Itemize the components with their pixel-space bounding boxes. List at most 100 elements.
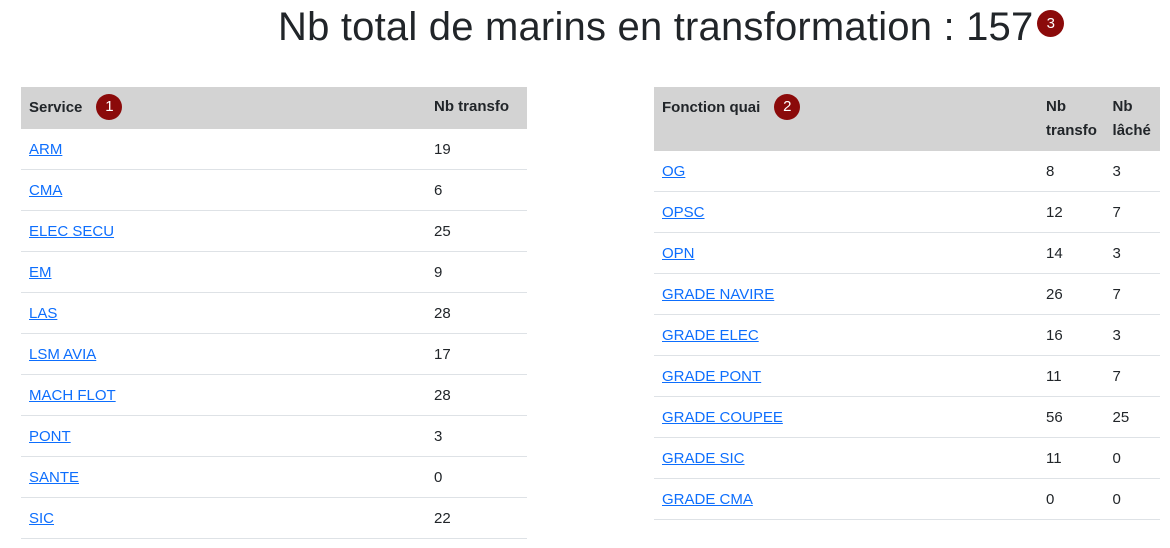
services-header-row: Service 1 Nb transfo bbox=[21, 87, 527, 129]
fonction-quai-header-label: Fonction quai bbox=[662, 98, 761, 116]
table-row: GRADE COUPEE 56 25 bbox=[654, 396, 1160, 438]
table-row: PONT 3 bbox=[21, 415, 527, 457]
table-row: CMA 6 bbox=[21, 169, 527, 211]
nb-transfo-cell: 0 bbox=[426, 456, 527, 498]
nb-lache-cell: 3 bbox=[1104, 232, 1160, 274]
fonction-cell: GRADE CMA bbox=[654, 478, 1039, 520]
nb-transfo-cell: 12 bbox=[1038, 191, 1105, 233]
number-badge-3: 3 bbox=[1037, 9, 1065, 37]
table-row: OPSC 12 7 bbox=[654, 191, 1160, 233]
service-cell: LSM AVIA bbox=[21, 333, 426, 375]
nb-lache-column-header: Nb lâché bbox=[1104, 87, 1160, 151]
nb-transfo-cell: 14 bbox=[1038, 232, 1105, 274]
table-row: LSM AVIA 17 bbox=[21, 333, 527, 375]
fonctions-header-row: Fonction quai 2 Nb transfo Nb lâché bbox=[654, 87, 1160, 151]
fonction-cell: GRADE PONT bbox=[654, 355, 1039, 397]
nb-transfo-cell: 16 bbox=[1038, 314, 1105, 356]
nb-transfo-cell: 0 bbox=[1038, 478, 1105, 520]
fonction-cell: OPSC bbox=[654, 191, 1039, 233]
nb-transfo-cell: 22 bbox=[426, 497, 527, 539]
nb-transfo-cell: 17 bbox=[426, 333, 527, 375]
service-link[interactable]: CMA bbox=[29, 182, 62, 199]
services-table: Service 1 Nb transfo ARM 19 CMA 6 ELEC SECU 25… bbox=[21, 87, 527, 539]
service-cell: LAS bbox=[21, 292, 426, 334]
fonction-link[interactable]: OG bbox=[662, 163, 685, 180]
service-link[interactable]: MACH FLOT bbox=[29, 387, 116, 404]
nb-lache-cell: 3 bbox=[1104, 314, 1160, 356]
fonction-link[interactable]: GRADE CMA bbox=[662, 491, 753, 508]
nb-transfo-cell: 26 bbox=[1038, 273, 1105, 315]
fonctions-table-body: OG 8 3 OPSC 12 7 OPN 14 3 GRADE NAVIRE 26 7 GRADE EL… bbox=[654, 151, 1160, 520]
fonction-quai-column-header: Fonction quai 2 bbox=[654, 87, 1039, 151]
services-table-body: ARM 19 CMA 6 ELEC SECU 25 EM 9 LAS 28 LSM AVIA 17 MA… bbox=[21, 129, 527, 539]
table-row: GRADE NAVIRE 26 7 bbox=[654, 273, 1160, 315]
fonction-cell: GRADE NAVIRE bbox=[654, 273, 1039, 315]
nb-transfo-column-header: Nb transfo bbox=[426, 87, 527, 129]
fonction-link[interactable]: GRADE COUPEE bbox=[662, 409, 783, 426]
service-header-label: Service bbox=[29, 98, 83, 116]
fonctions-table: Fonction quai 2 Nb transfo Nb lâché OG 8 3 O… bbox=[654, 87, 1160, 520]
fonction-link[interactable]: GRADE SIC bbox=[662, 450, 745, 467]
fonction-cell: GRADE ELEC bbox=[654, 314, 1039, 356]
nb-lache-cell: 25 bbox=[1104, 396, 1160, 438]
nb-transfo-cell: 25 bbox=[426, 210, 527, 252]
service-link[interactable]: PONT bbox=[29, 428, 71, 445]
fonction-cell: OG bbox=[654, 151, 1039, 192]
nb-transfo-cell: 3 bbox=[426, 415, 527, 457]
nb-transfo-cell: 56 bbox=[1038, 396, 1105, 438]
service-column-header: Service 1 bbox=[21, 87, 426, 129]
service-link[interactable]: LSM AVIA bbox=[29, 346, 96, 363]
table-row: SANTE 0 bbox=[21, 456, 527, 498]
service-cell: SANTE bbox=[21, 456, 426, 498]
nb-transfo-cell: 8 bbox=[1038, 151, 1105, 192]
fonction-cell: GRADE COUPEE bbox=[654, 396, 1039, 438]
nb-transfo-cell: 11 bbox=[1038, 437, 1105, 479]
table-row: LAS 28 bbox=[21, 292, 527, 334]
service-link[interactable]: LAS bbox=[29, 305, 57, 322]
nb-lache-cell: 0 bbox=[1104, 478, 1160, 520]
fonction-link[interactable]: GRADE ELEC bbox=[662, 327, 759, 344]
fonction-link[interactable]: GRADE NAVIRE bbox=[662, 286, 774, 303]
nb-transfo-cell: 6 bbox=[426, 169, 527, 211]
table-row: GRADE CMA 0 0 bbox=[654, 478, 1160, 520]
table-row: ELEC SECU 25 bbox=[21, 210, 527, 252]
nb-transfo-cell: 11 bbox=[1038, 355, 1105, 397]
service-cell: CMA bbox=[21, 169, 426, 211]
number-badge-1: 1 bbox=[96, 94, 123, 120]
nb-transfo-cell: 28 bbox=[426, 374, 527, 416]
fonction-link[interactable]: OPSC bbox=[662, 204, 705, 221]
service-cell: MACH FLOT bbox=[21, 374, 426, 416]
service-cell: SIC bbox=[21, 497, 426, 539]
service-cell: ARM bbox=[21, 129, 426, 170]
service-link[interactable]: SANTE bbox=[29, 469, 79, 486]
service-cell: ELEC SECU bbox=[21, 210, 426, 252]
service-link[interactable]: ELEC SECU bbox=[29, 223, 114, 240]
table-row: OPN 14 3 bbox=[654, 232, 1160, 274]
table-row: GRADE ELEC 16 3 bbox=[654, 314, 1160, 356]
number-badge-2: 2 bbox=[774, 94, 801, 120]
page: Nb total de marins en transformation : 1… bbox=[0, 0, 1170, 548]
service-cell: PONT bbox=[21, 415, 426, 457]
page-title-text: Nb total de marins en transformation : 1… bbox=[278, 5, 1034, 49]
nb-lache-cell: 0 bbox=[1104, 437, 1160, 479]
service-link[interactable]: SIC bbox=[29, 510, 54, 527]
nb-transfo-cell: 9 bbox=[426, 251, 527, 293]
fonction-link[interactable]: GRADE PONT bbox=[662, 368, 761, 385]
service-link[interactable]: ARM bbox=[29, 141, 62, 158]
table-row: ARM 19 bbox=[21, 129, 527, 170]
nb-lache-cell: 3 bbox=[1104, 151, 1160, 192]
nb-transfo-cell: 28 bbox=[426, 292, 527, 334]
table-row: OG 8 3 bbox=[654, 151, 1160, 192]
table-row: GRADE PONT 11 7 bbox=[654, 355, 1160, 397]
nb-transfo-cell: 19 bbox=[426, 129, 527, 170]
fonction-link[interactable]: OPN bbox=[662, 245, 695, 262]
table-row: EM 9 bbox=[21, 251, 527, 293]
nb-lache-cell: 7 bbox=[1104, 191, 1160, 233]
nb-transfo-column-header: Nb transfo bbox=[1038, 87, 1105, 151]
fonction-cell: OPN bbox=[654, 232, 1039, 274]
service-cell: EM bbox=[21, 251, 426, 293]
fonction-cell: GRADE SIC bbox=[654, 437, 1039, 479]
nb-lache-cell: 7 bbox=[1104, 355, 1160, 397]
service-link[interactable]: EM bbox=[29, 264, 52, 281]
table-row: SIC 22 bbox=[21, 497, 527, 539]
